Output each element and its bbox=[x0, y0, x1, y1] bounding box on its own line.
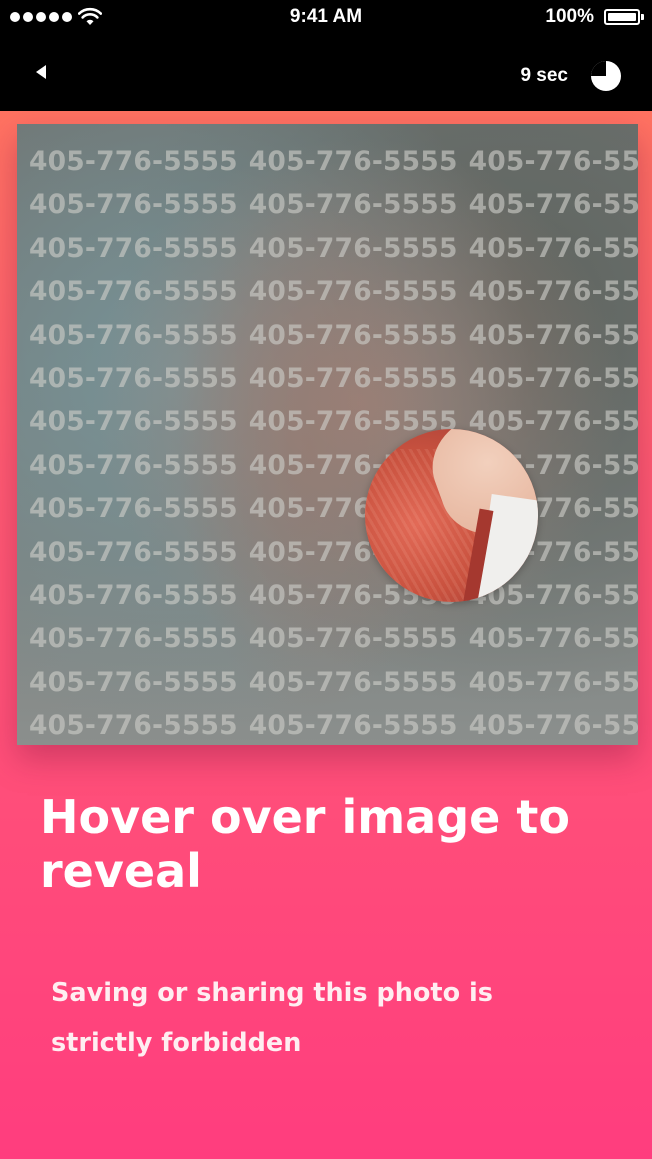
watermark-row: 405-776-5555 405-776-5555 405-776-5555 bbox=[29, 183, 638, 226]
watermark-text: 405-776-5555 bbox=[29, 493, 238, 525]
watermark-row: 405-776-5555 405-776-5555 405-776-5555 bbox=[29, 357, 638, 400]
watermark-text: 405-776-5555 bbox=[248, 276, 458, 308]
reveal-lens[interactable] bbox=[365, 429, 538, 602]
back-icon[interactable] bbox=[30, 60, 54, 84]
watermark-row: 405-776-5555405-776-5555405-776-5555 bbox=[29, 400, 638, 443]
watermark-text: 405-776-5555 bbox=[248, 189, 458, 221]
watermark-text: 405-776-5555 bbox=[29, 666, 238, 698]
watermark-text: 405-776-5555 bbox=[248, 146, 458, 177]
watermark-row: 405-776-5555405-776-5555405-776-5555 bbox=[29, 574, 638, 617]
watermark-text: 405-776-5555 bbox=[29, 536, 238, 568]
watermark-text: 405-776-5555 bbox=[29, 580, 238, 612]
watermark-text: 405-776-5555 bbox=[468, 146, 638, 177]
watermark-row: 405-776-5555 405-776-5555 405-776-5555 bbox=[29, 270, 638, 313]
blurred-photo[interactable]: 405-776-5555 405-776-5555 405-776-5555 405… bbox=[17, 124, 638, 745]
watermark-text: 405-776-5555 bbox=[468, 623, 638, 655]
forbidden-warning-text: Saving or sharing this photo is strictly… bbox=[51, 978, 493, 1058]
watermark-row: 405-776-5555 405-776-5555 405-776-5555 bbox=[29, 140, 638, 183]
watermark-text: 405-776-5555 bbox=[468, 710, 638, 742]
watermark-text: 405-776-5555 bbox=[248, 319, 458, 351]
watermark-text: 405-776-5555 bbox=[468, 276, 638, 308]
watermark-text: 405-776-5555 bbox=[468, 232, 638, 264]
watermark-text: 405-776-5555 bbox=[468, 189, 638, 221]
watermark-row: 405-776-5555 405-776-5555 405-776-5555 bbox=[29, 227, 638, 270]
watermark-text: 405-776-5555 bbox=[468, 666, 638, 698]
watermark-text: 405-776-5555 bbox=[29, 146, 238, 177]
status-bar: 9:41 AM 100% bbox=[0, 0, 652, 34]
watermark-text: 405-776-5555 bbox=[248, 232, 458, 264]
watermark-text: 405-776-5555 bbox=[29, 232, 238, 264]
watermark-row: 405-776-5555405-776-5555405-776-5555 bbox=[29, 487, 638, 530]
watermark-text: 405-776-5555 bbox=[468, 363, 638, 395]
watermark-text: 405-776-5555 bbox=[29, 710, 238, 742]
watermark-text: 405-776-5555 bbox=[248, 623, 458, 655]
battery-icon bbox=[604, 9, 640, 25]
watermark-text: 405-776-5555 bbox=[29, 623, 238, 655]
battery-tip bbox=[641, 14, 644, 20]
watermark-text: 405-776-5555 bbox=[29, 406, 238, 438]
nav-bar: 9 sec bbox=[0, 34, 652, 111]
watermark-text: 405-776-5555 bbox=[248, 363, 458, 395]
reveal-instruction-heading: Hover over image to reveal bbox=[40, 790, 570, 898]
timer-label: 9 sec bbox=[520, 65, 568, 86]
battery-percentage: 100% bbox=[545, 6, 594, 27]
watermark-text: 405-776-5555 bbox=[29, 449, 238, 481]
watermark-text: 405-776-5555 bbox=[468, 319, 638, 351]
watermark-text: 405-776-5555 bbox=[248, 666, 458, 698]
watermark-row: 405-776-5555405-776-5555405-776-5555 bbox=[29, 444, 638, 487]
watermark-row: 405-776-5555 405-776-5555 405-776-5555 bbox=[29, 314, 638, 357]
watermark-text: 405-776-5555 bbox=[248, 710, 458, 742]
watermark-grid: 405-776-5555 405-776-5555 405-776-5555 405… bbox=[29, 140, 638, 745]
watermark-text: 405-776-5555 bbox=[29, 276, 238, 308]
watermark-row: 405-776-5555 405-776-5555 405-776-5555 bbox=[29, 617, 638, 660]
watermark-row: 405-776-5555 405-776-5555 405-776-5555 bbox=[29, 704, 638, 745]
pie-timer-icon bbox=[591, 61, 621, 91]
watermark-text: 405-776-5555 bbox=[29, 319, 238, 351]
watermark-text: 405-776-5555 bbox=[29, 189, 238, 221]
watermark-row: 405-776-5555 405-776-5555 405-776-5555 bbox=[29, 661, 638, 704]
watermark-row: 405-776-5555405-776-5555405-776-5555 bbox=[29, 531, 638, 574]
watermark-text: 405-776-5555 bbox=[29, 363, 238, 395]
